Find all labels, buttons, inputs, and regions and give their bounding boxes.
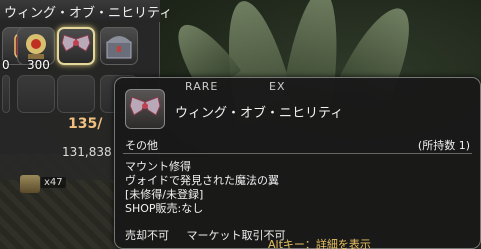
treasure-chest-icon — [106, 36, 132, 59]
ex-tag: EX — [269, 80, 286, 93]
item-restrictions: 売却不可 マーケット取引不可 — [125, 227, 286, 243]
item-icon-frame — [125, 89, 165, 129]
inventory-slot-empty[interactable] — [57, 75, 95, 113]
wings-icon — [129, 96, 161, 116]
inventory-slot-empty[interactable] — [17, 75, 55, 113]
inventory-titlebar: ウィング・オブ・ニヒリティ — [0, 0, 172, 22]
no-sell-label: 売却不可 — [125, 229, 169, 242]
inventory-capacity: 135/ — [68, 116, 103, 132]
rarity-tag: RARE — [185, 80, 219, 93]
inventory-slot-chest-item[interactable] — [100, 27, 138, 65]
wings-icon — [61, 34, 91, 52]
item-category: その他 — [125, 139, 158, 152]
owned-count: (所持数 1) — [417, 139, 470, 152]
inventory-slot-wing-item[interactable] — [57, 27, 95, 65]
hotbar-item-count: x47 — [41, 177, 66, 188]
shop-sale-info: SHOP販売:なし — [125, 202, 204, 215]
inventory-title: ウィング・オブ・ニヒリティ — [4, 5, 173, 21]
gil-amount: 131,838 — [62, 145, 112, 159]
hotbar-item-icon[interactable] — [20, 175, 40, 193]
inventory-slot-empty[interactable] — [2, 75, 10, 113]
tooltip-divider — [123, 153, 472, 154]
item-tooltip: RARE EX ウィング・オブ・ニヒリティ その他 (所持数 1) マウント修得… — [114, 77, 481, 249]
slot-count: 0 — [2, 58, 10, 72]
item-name: ウィング・オブ・ニヒリティ — [175, 106, 344, 121]
slot-count: 300 — [27, 58, 50, 72]
key-hint: Altキー：詳細を表示 — [268, 238, 371, 249]
